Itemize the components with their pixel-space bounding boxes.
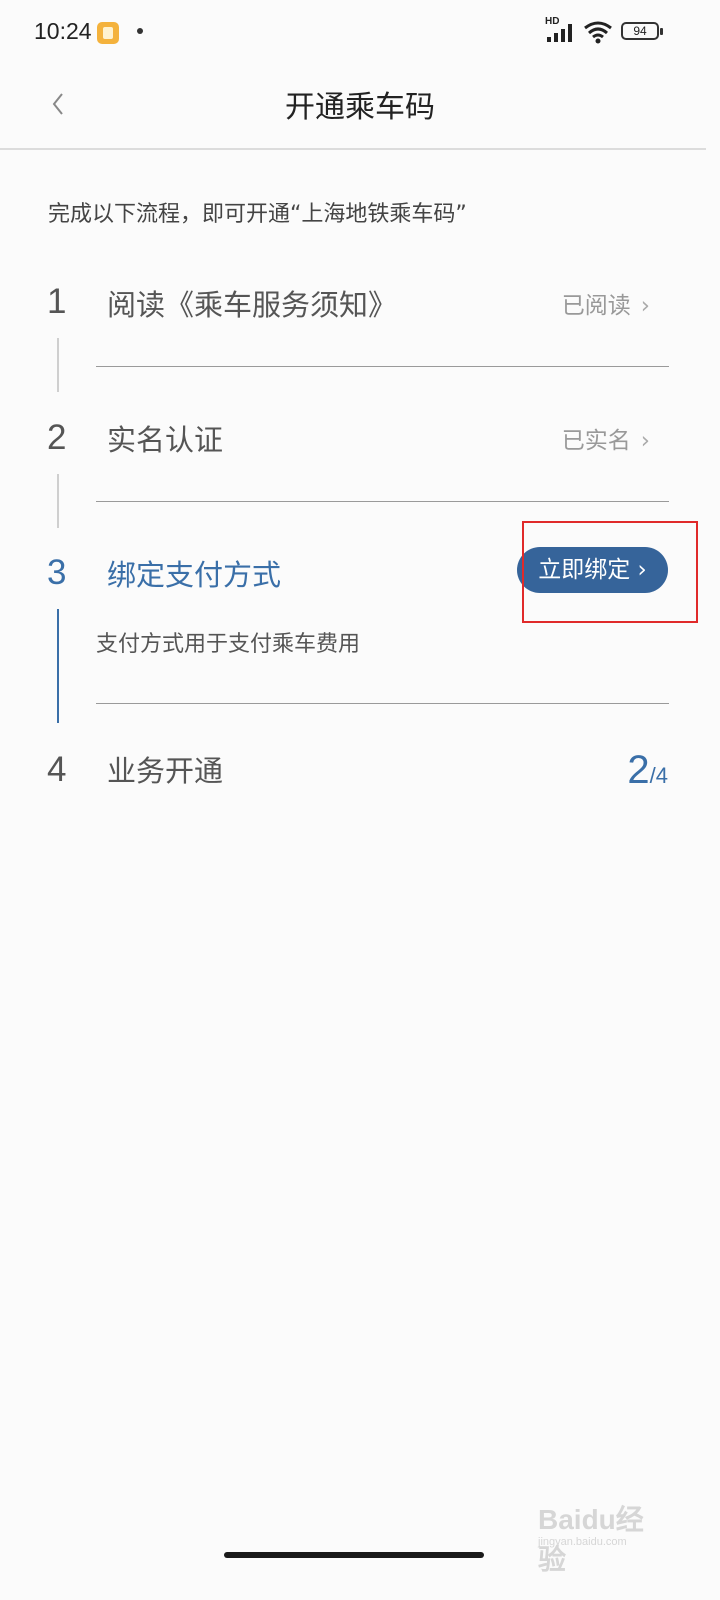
notification-app-icon <box>97 22 119 44</box>
header-divider <box>0 148 706 150</box>
step-status[interactable]: 已阅读 › <box>562 286 650 320</box>
home-indicator[interactable] <box>224 1552 484 1558</box>
step-title: 实名认证 <box>107 423 224 457</box>
intro-text: 完成以下流程，即可开通“上海地铁乘车码” <box>48 202 467 227</box>
page-title: 开通乘车码 <box>285 90 435 125</box>
step-status[interactable]: 已实名 › <box>562 421 650 455</box>
step-status-label: 已阅读 <box>561 293 631 319</box>
step-divider <box>96 366 669 367</box>
step-number: 1 <box>47 282 67 321</box>
step-description: 支付方式用于支付乘车费用 <box>96 632 361 657</box>
step-number: 4 <box>47 750 67 789</box>
back-chevron-icon[interactable] <box>40 84 80 124</box>
step-title: 业务开通 <box>107 754 224 788</box>
progress-total: /4 <box>649 763 668 788</box>
step-connector-active <box>57 609 59 723</box>
notification-dot-icon <box>137 28 143 34</box>
watermark-url: jingyan.baidu.com <box>538 1536 627 1548</box>
nav-bar: 开通乘车码 <box>0 66 720 148</box>
chevron-right-icon: › <box>640 428 650 454</box>
step-connector <box>57 338 59 392</box>
step-title: 绑定支付方式 <box>107 558 282 592</box>
progress-indicator: 2/4 <box>627 748 668 793</box>
step-number: 3 <box>47 553 67 592</box>
battery-tip <box>660 28 663 35</box>
highlight-annotation-box <box>522 521 698 623</box>
progress-current: 2 <box>627 748 650 792</box>
step-title: 阅读《乘车服务须知》 <box>107 288 398 322</box>
status-bar: 10:24 HD 94 <box>0 0 720 66</box>
step-divider <box>96 703 669 704</box>
battery-icon: 94 <box>621 22 659 40</box>
status-time: 10:24 <box>34 18 92 44</box>
step-number: 2 <box>47 418 67 457</box>
wifi-icon <box>584 21 612 44</box>
cellular-signal-icon <box>547 24 572 42</box>
baidu-watermark: Baidu经验 jingyan.baidu.com <box>538 1490 668 1575</box>
step-divider <box>96 501 669 502</box>
step-connector <box>57 474 59 528</box>
step-status-label: 已实名 <box>561 428 631 454</box>
chevron-right-icon: › <box>640 293 650 319</box>
